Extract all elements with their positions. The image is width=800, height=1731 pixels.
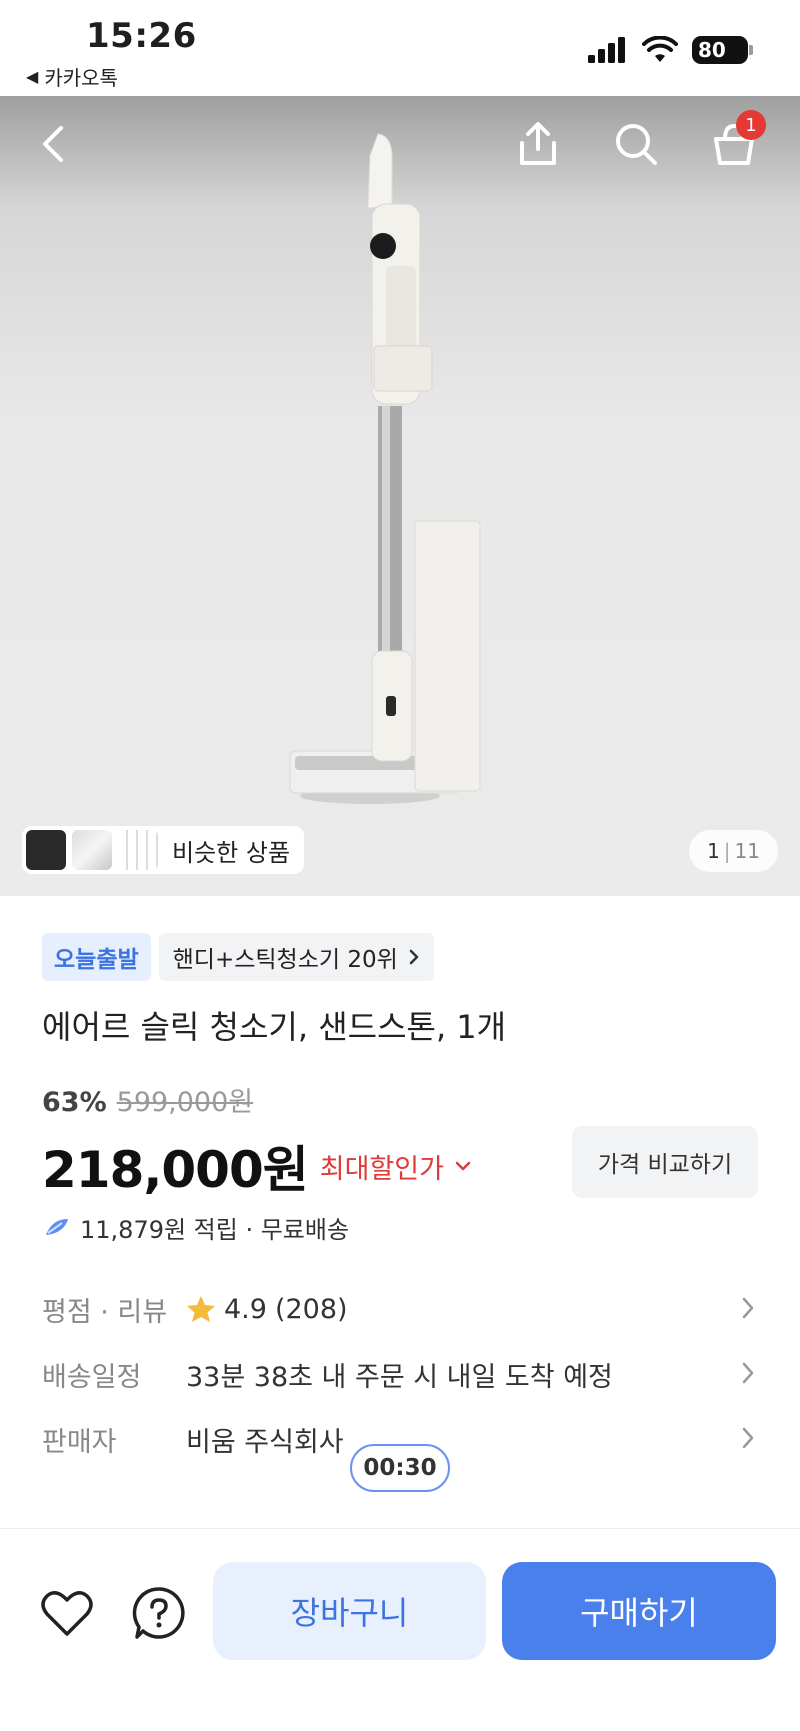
status-icons: 80 <box>588 36 753 64</box>
chevron-right-icon <box>742 1362 754 1384</box>
discount-row: 63% 599,000원 <box>42 1080 253 1119</box>
battery-level: 80 <box>698 38 726 62</box>
delivery-value: 33분 38초 내 주문 시 내일 도착 예정 <box>186 1361 613 1393</box>
help-icon <box>132 1587 185 1639</box>
timer-pill[interactable]: 00:30 <box>350 1444 450 1492</box>
price-row: 218,000원 최대할인가 <box>42 1130 472 1202</box>
bottom-action-bar: 장바구니 구매하기 <box>0 1540 800 1731</box>
similar-thumbnail <box>72 830 112 870</box>
back-button[interactable] <box>28 118 80 170</box>
share-button[interactable] <box>512 118 564 170</box>
chevron-right-icon <box>742 1297 754 1319</box>
product-title: 에어르 슬릭 청소기, 샌드스톤, 1개 <box>42 1008 507 1046</box>
rating-label: 평점 · 리뷰 <box>42 1296 168 1328</box>
similar-products-label: 비슷한 상품 <box>172 838 291 867</box>
back-triangle-icon: ◀ <box>26 67 39 86</box>
add-to-cart-button[interactable]: 장바구니 <box>213 1562 486 1660</box>
rating-value: 4.9 <box>224 1293 267 1325</box>
back-arrow-icon <box>43 126 63 162</box>
delivery-label: 배송일정 <box>42 1361 142 1393</box>
page-separator: | <box>723 839 731 863</box>
points-shipping-row: 11,879원 적립 · 무료배송 <box>42 1210 349 1245</box>
rating-value-group: 4.9 (208) <box>186 1294 348 1325</box>
review-count: (208) <box>274 1293 348 1325</box>
status-time: 15:26 <box>86 16 197 56</box>
share-icon <box>520 122 556 165</box>
page-current: 1 <box>707 839 720 863</box>
chevron-down-icon <box>455 1161 471 1171</box>
ranking-tag-label: 핸디+스틱청소기 20위 <box>172 947 398 973</box>
max-discount-toggle[interactable]: 최대할인가 <box>320 1147 472 1186</box>
divider <box>0 1528 800 1529</box>
seller-label: 판매자 <box>42 1426 117 1458</box>
buy-now-button[interactable]: 구매하기 <box>502 1562 776 1660</box>
status-bar: 15:26 ◀ 카카오톡 80 <box>0 0 800 96</box>
page-total: 11 <box>734 839 760 863</box>
cart-count-badge: 1 <box>736 110 766 140</box>
seller-value: 비움 주식회사 <box>186 1426 344 1458</box>
back-app-label: 카카오톡 <box>44 66 118 90</box>
hero-top-bar: 1 <box>0 96 800 188</box>
wifi-icon <box>642 36 678 62</box>
image-page-indicator: 1 | 11 <box>689 830 778 872</box>
price-compare-button[interactable]: 가격 비교하기 <box>572 1126 758 1198</box>
sale-price: 218,000원 <box>42 1141 309 1199</box>
product-tags: 오늘출발 핸디+스틱청소기 20위 <box>42 933 434 981</box>
max-discount-label: 최대할인가 <box>319 1153 444 1185</box>
star-icon <box>187 1296 215 1322</box>
inquiry-button[interactable] <box>130 1584 188 1642</box>
chevron-right-icon <box>409 949 419 965</box>
product-image <box>289 133 481 804</box>
discount-rate: 63% <box>42 1087 107 1118</box>
back-to-app-link[interactable]: ◀ 카카오톡 <box>26 62 118 91</box>
similar-products-chip[interactable]: 비슷한 상품 <box>22 826 305 874</box>
battery-indicator: 80 <box>692 36 753 64</box>
search-button[interactable] <box>610 118 662 170</box>
cart-button[interactable]: 1 <box>708 110 766 170</box>
similar-thumbnail <box>26 830 66 870</box>
signal-icon <box>588 37 625 63</box>
search-icon <box>616 124 657 165</box>
product-image-carousel[interactable]: 1 비슷한 상품 1 | 11 <box>0 96 800 896</box>
today-shipping-tag: 오늘출발 <box>42 933 151 981</box>
rating-review-row[interactable]: 평점 · 리뷰 4.9 (208) <box>42 1287 758 1331</box>
points-text: 11,879원 적립 · 무료배송 <box>80 1216 350 1244</box>
delivery-schedule-row[interactable]: 배송일정 33분 38초 내 주문 시 내일 도착 예정 <box>42 1352 758 1396</box>
points-icon <box>46 1218 68 1235</box>
ranking-tag[interactable]: 핸디+스틱청소기 20위 <box>158 933 434 981</box>
similar-thumbnail <box>118 830 158 870</box>
chevron-right-icon <box>742 1427 754 1449</box>
wishlist-button[interactable] <box>38 1584 96 1642</box>
heart-icon <box>41 1591 93 1636</box>
original-price: 599,000원 <box>116 1087 254 1118</box>
